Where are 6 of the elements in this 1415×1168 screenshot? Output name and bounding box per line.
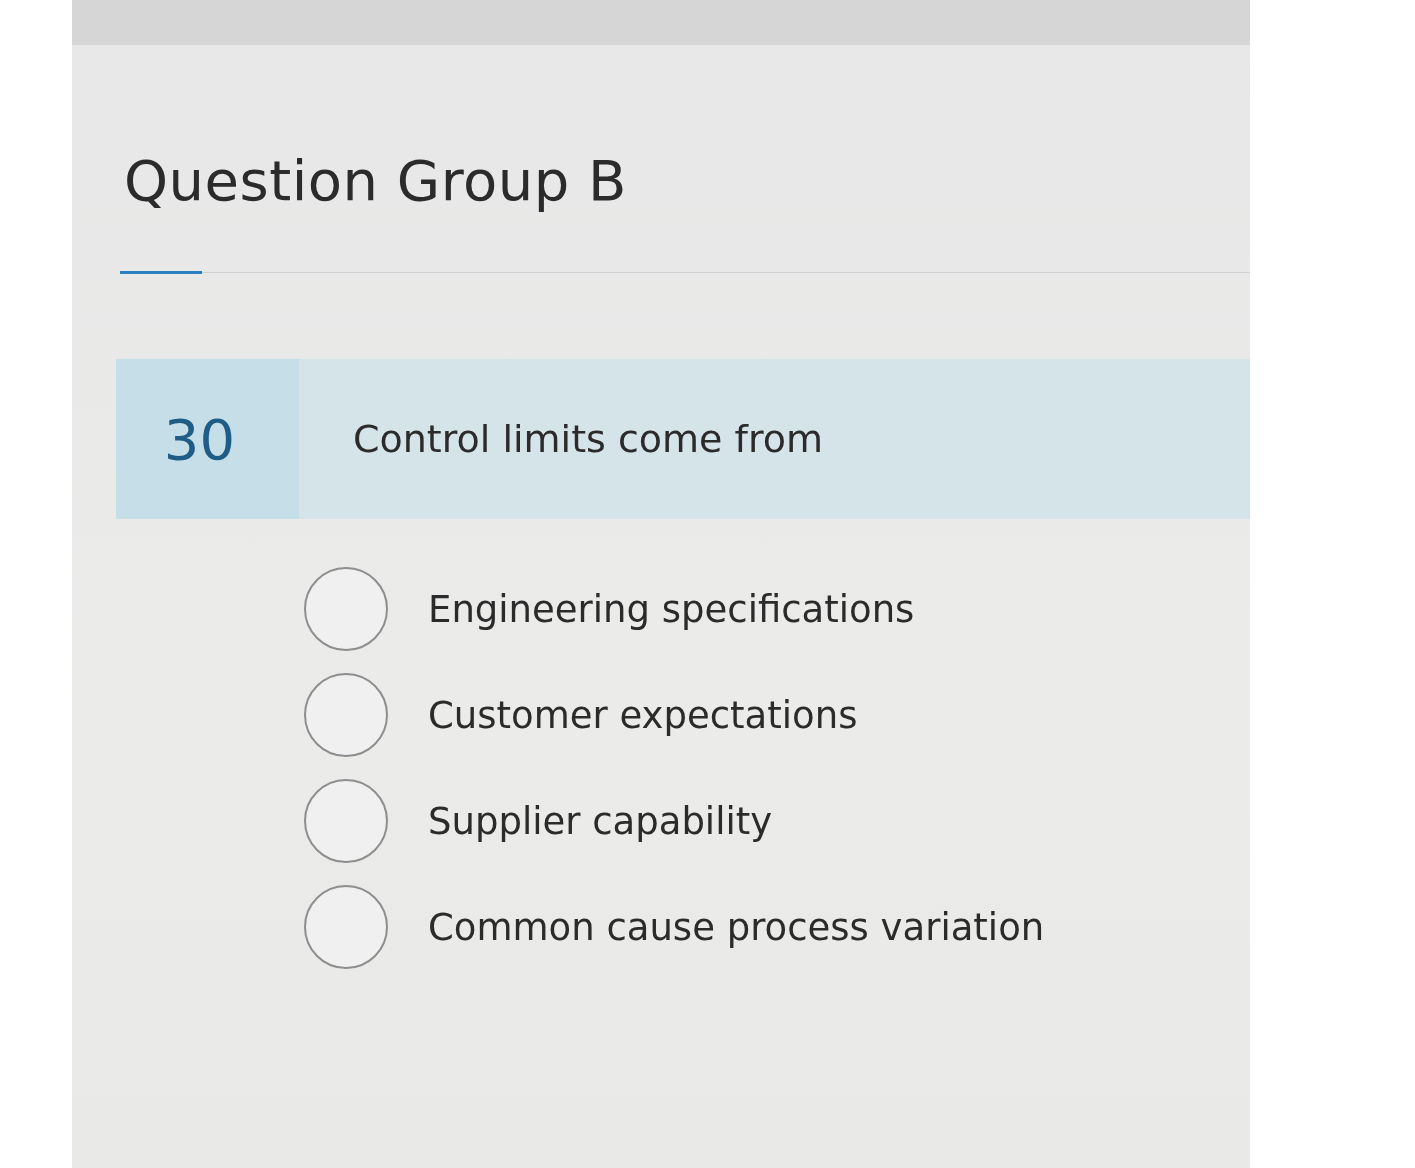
option-label: Supplier capability [428, 799, 773, 843]
question-text: Control limits come from [353, 417, 823, 461]
question-number: 30 [116, 359, 299, 519]
option-label: Engineering specifications [428, 587, 915, 631]
option-label: Common cause process variation [428, 905, 1045, 949]
option-label: Customer expectations [428, 693, 858, 737]
